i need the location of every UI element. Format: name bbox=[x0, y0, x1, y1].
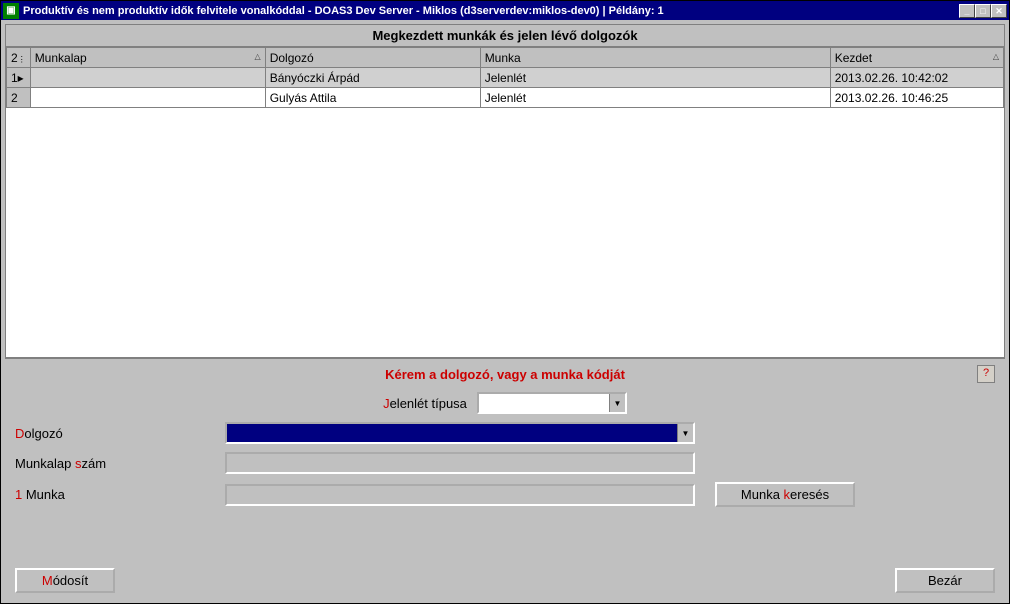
maximize-button[interactable]: □ bbox=[975, 4, 991, 18]
row-indicator: 1▸ bbox=[7, 68, 31, 88]
input-munka[interactable] bbox=[225, 484, 695, 506]
label-munkalap: Munkalap szám bbox=[15, 456, 225, 471]
data-grid[interactable]: 2⋮ Munkalap△ Dolgozó Munka Kezdet△ 1▸ Bán… bbox=[6, 47, 1004, 108]
row-munkalap: Munkalap szám bbox=[15, 452, 995, 474]
minimize-button[interactable]: _ bbox=[959, 4, 975, 18]
label-jelenlet: Jelenlét típusa bbox=[383, 396, 467, 411]
app-icon: ▣ bbox=[3, 3, 19, 19]
grid-title: Megkezdett munkák és jelen lévő dolgozók bbox=[6, 25, 1004, 47]
col-munka[interactable]: Munka bbox=[480, 48, 830, 68]
button-munka-kereses[interactable]: Munka keresés bbox=[715, 482, 855, 507]
combo-dolgozo[interactable]: ▼ bbox=[225, 422, 695, 444]
row-jelenlet: Jelenlét típusa ▼ bbox=[15, 392, 995, 414]
col-dolgozo[interactable]: Dolgozó bbox=[265, 48, 480, 68]
row-munka: 1 Munka Munka keresés bbox=[15, 482, 995, 507]
content-area: Megkezdett munkák és jelen lévő dolgozók… bbox=[1, 20, 1009, 603]
cell-kezdet: 2013.02.26. 10:42:02 bbox=[830, 68, 1003, 88]
input-munkalap[interactable] bbox=[225, 452, 695, 474]
cell-kezdet: 2013.02.26. 10:46:25 bbox=[830, 88, 1003, 108]
cell-munkalap bbox=[30, 68, 265, 88]
cell-dolgozo: Bányóczki Árpád bbox=[265, 68, 480, 88]
main-window: ▣ Produktív és nem produktív idők felvit… bbox=[0, 0, 1010, 604]
sort-asc-icon: △ bbox=[993, 52, 999, 61]
button-bezar[interactable]: Bezár bbox=[895, 568, 995, 593]
help-button[interactable]: ? bbox=[977, 365, 995, 383]
grid-panel: Megkezdett munkák és jelen lévő dolgozók… bbox=[5, 24, 1005, 358]
label-dolgozo: Dolgozó bbox=[15, 426, 225, 441]
col-munkalap[interactable]: Munkalap△ bbox=[30, 48, 265, 68]
titlebar: ▣ Produktív és nem produktív idők felvit… bbox=[1, 1, 1009, 20]
cell-dolgozo: Gulyás Attila bbox=[265, 88, 480, 108]
chevron-down-icon[interactable]: ▼ bbox=[677, 424, 693, 442]
combo-jelenlet-text[interactable] bbox=[479, 394, 609, 412]
row-indicator: 2 bbox=[7, 88, 31, 108]
col-kezdet[interactable]: Kezdet△ bbox=[830, 48, 1003, 68]
close-button[interactable]: ✕ bbox=[991, 4, 1007, 18]
table-row[interactable]: 1▸ Bányóczki ÁrpádJelenlét2013.02.26. 10:… bbox=[7, 68, 1004, 88]
grid-body: 2⋮ Munkalap△ Dolgozó Munka Kezdet△ 1▸ Bán… bbox=[6, 47, 1004, 357]
cell-munkalap bbox=[30, 88, 265, 108]
label-munka: 1 Munka bbox=[15, 487, 225, 502]
cell-munka: Jelenlét bbox=[480, 68, 830, 88]
window-title: Produktív és nem produktív idők felvitel… bbox=[23, 5, 959, 17]
prompt-text: Kérem a dolgozó, vagy a munka kódját bbox=[15, 367, 995, 382]
col-count[interactable]: 2⋮ bbox=[7, 48, 31, 68]
form-panel: ? Kérem a dolgozó, vagy a munka kódját J… bbox=[5, 358, 1005, 599]
chevron-down-icon[interactable]: ▼ bbox=[609, 394, 625, 412]
combo-dolgozo-text[interactable] bbox=[227, 424, 677, 442]
cell-munka: Jelenlét bbox=[480, 88, 830, 108]
window-controls: _ □ ✕ bbox=[959, 4, 1007, 18]
button-modosit[interactable]: Módosít bbox=[15, 568, 115, 593]
combo-jelenlet[interactable]: ▼ bbox=[477, 392, 627, 414]
sort-asc-icon: △ bbox=[255, 52, 261, 61]
row-dolgozo: Dolgozó ▼ bbox=[15, 422, 995, 444]
table-row[interactable]: 2 Gulyás AttilaJelenlét2013.02.26. 10:46:… bbox=[7, 88, 1004, 108]
bottom-buttons: Módosít Bezár bbox=[15, 558, 995, 593]
